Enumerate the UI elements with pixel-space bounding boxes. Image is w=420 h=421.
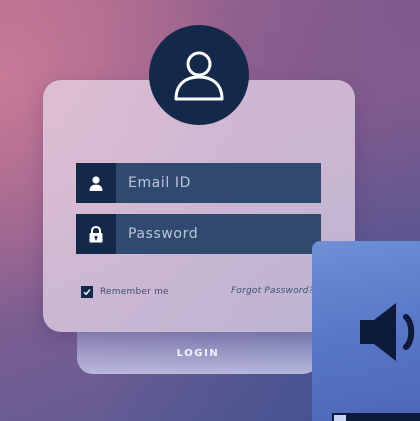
login-scene: Remember me Forgot Password? LOGIN	[0, 0, 420, 421]
volume-bar-marker	[334, 415, 346, 421]
check-icon	[83, 289, 91, 296]
avatar	[149, 25, 249, 125]
email-field-group	[76, 163, 321, 203]
email-input[interactable]	[116, 163, 318, 203]
volume-tile[interactable]	[312, 241, 420, 421]
password-field-group	[76, 214, 321, 254]
login-button[interactable]: LOGIN	[77, 332, 319, 374]
speaker-volume-icon	[360, 303, 415, 361]
forgot-password-link[interactable]: Forgot Password?	[231, 286, 314, 296]
user-icon	[89, 175, 103, 191]
remember-me-row: Remember me	[81, 286, 169, 298]
user-outline-icon	[174, 51, 224, 101]
password-input[interactable]	[116, 214, 318, 254]
remember-me-label: Remember me	[100, 287, 169, 297]
remember-me-checkbox[interactable]	[81, 286, 93, 298]
lock-icon	[89, 225, 103, 242]
email-icon-box	[76, 163, 116, 203]
password-icon-box	[76, 214, 116, 254]
